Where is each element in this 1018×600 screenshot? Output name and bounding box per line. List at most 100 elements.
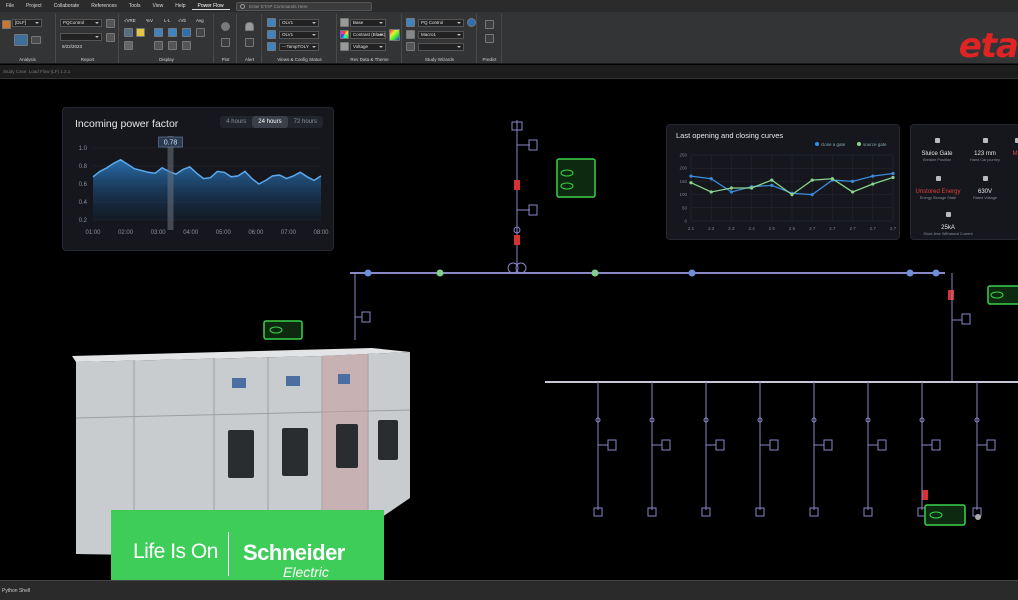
- display-option-vb[interactable]: √Vb: [178, 18, 186, 23]
- report-icon[interactable]: [106, 19, 115, 28]
- y-tick-label: 0.4: [79, 200, 88, 206]
- menu-help[interactable]: Help: [169, 3, 191, 9]
- menu-references[interactable]: References: [85, 3, 123, 9]
- relay-block[interactable]: [528, 139, 538, 151]
- display-option-vre[interactable]: √VRE: [124, 18, 136, 23]
- group-label: Alert: [244, 57, 255, 62]
- relay-block[interactable]: [528, 204, 538, 216]
- gate-status-item: 123 mm Hand Car journey: [965, 133, 1005, 162]
- menu-view[interactable]: View: [146, 3, 169, 9]
- study-case-strip: Study Case: Load Flow (LF) 1.3.1: [0, 65, 1018, 79]
- analysis-dropdown[interactable]: [DLF]: [12, 19, 42, 27]
- curves-chart: 250 200 150 100 50 02.1 2.2 2.3 2.4 2.5 2.6 2.7 2.7 2…: [679, 153, 897, 232]
- group-label: Report: [80, 57, 95, 62]
- area-fill: [93, 159, 321, 220]
- menu-collaborate[interactable]: Collaborate: [48, 3, 86, 9]
- bell-icon[interactable]: [245, 22, 254, 31]
- relay-block[interactable]: [877, 439, 887, 451]
- study-dropdown[interactable]: PQ Control: [418, 19, 464, 27]
- macro-dropdown[interactable]: Macro1: [418, 31, 464, 39]
- macro-icon: [406, 30, 415, 39]
- python-shell-tab[interactable]: Python Shell: [2, 588, 30, 594]
- bus-node[interactable]: [906, 269, 914, 277]
- display-icon[interactable]: [154, 41, 163, 50]
- group-display: √VRE %V L-L √Vb Avg Display: [120, 14, 214, 63]
- menu-bar: File Project Collaborate References Tool…: [0, 0, 1018, 12]
- meter-device[interactable]: [556, 158, 596, 198]
- plot-icon[interactable]: [221, 22, 230, 31]
- display-icon[interactable]: [182, 41, 191, 50]
- data-point: [891, 171, 895, 176]
- relay-block[interactable]: [607, 439, 617, 451]
- voltage-dropdown[interactable]: Voltage: [350, 43, 386, 51]
- base-dropdown[interactable]: Base: [350, 19, 386, 27]
- display-icon[interactable]: [168, 41, 177, 50]
- chart-icon[interactable]: [31, 36, 41, 44]
- menu-tools[interactable]: Tools: [123, 3, 147, 9]
- grid-icon[interactable]: [124, 28, 133, 37]
- relay-block[interactable]: [661, 439, 671, 451]
- display-icon[interactable]: [124, 41, 133, 50]
- bus-node[interactable]: [591, 269, 599, 277]
- relay-block[interactable]: [931, 439, 941, 451]
- add-icon[interactable]: [467, 18, 476, 27]
- cursor-bar[interactable]: [167, 136, 174, 230]
- study-icon: [406, 18, 415, 27]
- report-dropdown-2[interactable]: [60, 33, 102, 41]
- x-tick-label: 03:00: [151, 230, 167, 236]
- config-dropdown[interactable]: OLV1: [279, 31, 319, 39]
- bus-node[interactable]: [932, 269, 940, 277]
- data-point: [770, 183, 774, 187]
- display-option-pct-v[interactable]: %V: [146, 18, 153, 23]
- menu-power-flow[interactable]: Power Flow: [191, 3, 230, 10]
- breaker-open[interactable]: [948, 290, 954, 300]
- relay-block[interactable]: [715, 439, 725, 451]
- display-icon[interactable]: [182, 28, 191, 37]
- command-search-input[interactable]: Enter ETAP Commands Here: [236, 2, 372, 11]
- x-tick-label: 06:00: [248, 230, 264, 236]
- breaker-open[interactable]: [514, 180, 520, 190]
- menu-file[interactable]: File: [0, 3, 20, 9]
- meter-device[interactable]: [924, 504, 966, 526]
- relay-block[interactable]: [961, 313, 971, 325]
- display-option-avg[interactable]: Avg: [196, 18, 204, 23]
- x-tick-label: 2.3: [728, 226, 735, 231]
- display-icon[interactable]: [196, 28, 205, 37]
- predict-chart-icon[interactable]: [485, 34, 494, 43]
- status-dropdown[interactable]: ---TampTOLY: [279, 43, 319, 51]
- plot-zoom-icon[interactable]: [221, 38, 230, 47]
- breaker-open[interactable]: [514, 235, 520, 245]
- group-plot: Plot: [215, 14, 237, 63]
- display-icon[interactable]: [168, 28, 177, 37]
- gate-status-item: Sluice Gate Breaker Position: [917, 133, 957, 162]
- wizard-dropdown[interactable]: [418, 43, 464, 51]
- relay-block[interactable]: [986, 439, 996, 451]
- predict-icon[interactable]: [485, 20, 494, 29]
- bus-node[interactable]: [364, 269, 372, 277]
- voltage-icon: [340, 42, 349, 51]
- display-option-ll[interactable]: L-L: [164, 18, 171, 23]
- menu-project[interactable]: Project: [20, 3, 48, 9]
- display-icon[interactable]: [154, 28, 163, 37]
- group-label: Analysis: [19, 57, 36, 62]
- export-icon[interactable]: [106, 33, 115, 42]
- report-dropdown[interactable]: PQControl: [60, 19, 102, 27]
- palette-icon[interactable]: [389, 29, 400, 41]
- theme-dropdown[interactable]: Contrast (Black): [350, 31, 386, 39]
- x-tick-label: 2.7: [890, 226, 897, 231]
- brand-divider: [228, 532, 229, 576]
- alert-list-icon[interactable]: [245, 38, 254, 47]
- bus-node[interactable]: [688, 269, 696, 277]
- analysis-icon[interactable]: [14, 34, 28, 46]
- bus-node[interactable]: [436, 269, 444, 277]
- highlight-icon[interactable]: [136, 28, 145, 37]
- x-tick-label: 08:00: [313, 230, 329, 236]
- relay-block[interactable]: [823, 439, 833, 451]
- gate-caption: Energy Storage State: [919, 196, 957, 200]
- run-analysis-icon[interactable]: [2, 20, 11, 29]
- breaker-open[interactable]: [922, 490, 928, 500]
- relay-block[interactable]: [769, 439, 779, 451]
- relay-block[interactable]: [361, 311, 371, 323]
- data-point: [689, 181, 693, 185]
- view-dropdown[interactable]: OLV1: [279, 19, 319, 27]
